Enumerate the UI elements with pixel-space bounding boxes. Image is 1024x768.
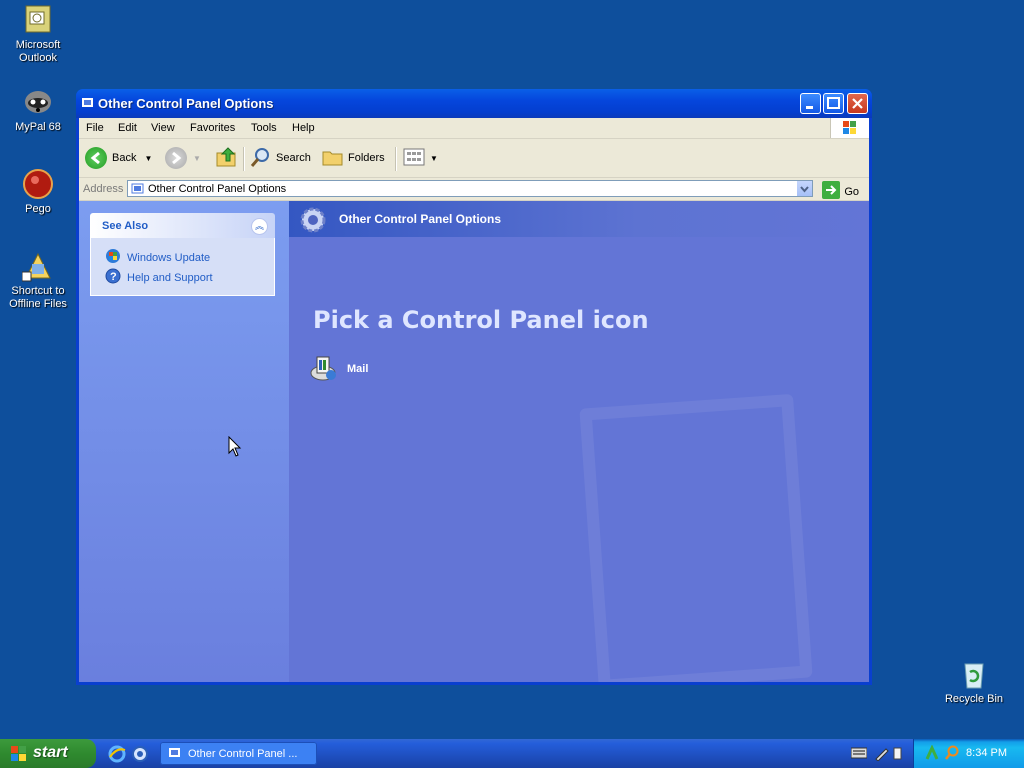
mail-item[interactable]: Mail	[309, 351, 368, 386]
start-button[interactable]: start	[0, 739, 96, 768]
outlook-icon	[22, 4, 54, 36]
desktop-icon-pego[interactable]: Pego	[0, 168, 78, 216]
minimize-button[interactable]	[800, 93, 821, 114]
menu-tools[interactable]: Tools	[251, 122, 277, 134]
views-button[interactable]: ▼	[403, 145, 438, 171]
desktop-icon-label: Recycle Bin	[944, 693, 1004, 705]
taskbar: start Other Control Panel ... 8:34 PM	[0, 739, 1024, 768]
network-icon[interactable]	[924, 744, 940, 764]
desktop-icon-label: MyPal 68	[15, 121, 61, 133]
toolbar: Back ▼ ▼ Search Folders ▼	[79, 139, 869, 178]
close-button[interactable]	[847, 93, 868, 114]
desktop-icon-outlook[interactable]: Microsoft Outlook	[0, 4, 78, 65]
window-client: File Edit View Favorites Tools Help Back…	[79, 118, 869, 682]
pick-heading: Pick a Control Panel icon	[313, 306, 649, 334]
control-panel-icon	[131, 182, 145, 199]
volume-icon[interactable]	[892, 745, 904, 764]
taskbar-window-label: Other Control Panel ...	[188, 748, 298, 760]
address-label: Address	[83, 183, 124, 195]
collapse-chevron-icon[interactable]: ︽	[251, 218, 268, 235]
desktop-icon-mypal[interactable]: MyPal 68	[0, 86, 78, 134]
chevron-down-icon[interactable]: ▼	[144, 154, 152, 163]
svg-text:?: ?	[110, 271, 117, 283]
windows-logo-icon	[10, 745, 28, 768]
control-panel-icon	[168, 746, 182, 763]
help-and-support-link[interactable]: ? Help and Support	[105, 268, 213, 287]
header-title: Other Control Panel Options	[339, 212, 502, 226]
start-label: start	[33, 744, 68, 761]
maximize-button[interactable]	[823, 93, 844, 114]
watermark-graphic	[579, 393, 813, 682]
windows-update-link[interactable]: Windows Update	[105, 248, 210, 267]
search-icon[interactable]	[944, 745, 960, 764]
views-grid-icon	[403, 146, 427, 171]
menu-view[interactable]: View	[151, 122, 175, 134]
taskbar-window-button[interactable]: Other Control Panel ...	[160, 742, 317, 765]
internet-explorer-icon[interactable]	[108, 745, 126, 766]
back-label: Back	[112, 152, 137, 164]
forward-arrow-icon	[165, 147, 187, 169]
see-also-panel: See Also ︽ Windows Update ? Help and Sup…	[90, 213, 275, 296]
gear-icon	[299, 206, 327, 237]
menu-help[interactable]: Help	[292, 122, 315, 134]
quick-launch-icon[interactable]	[131, 745, 149, 766]
search-button[interactable]: Search	[249, 145, 311, 171]
task-pane: See Also ︽ Windows Update ? Help and Sup…	[79, 201, 289, 682]
system-tray: 8:34 PM	[913, 739, 1024, 768]
windows-update-icon	[105, 248, 121, 267]
menu-edit[interactable]: Edit	[118, 122, 137, 134]
pen-icon[interactable]	[874, 745, 890, 764]
offline-files-icon	[21, 250, 54, 282]
address-value: Other Control Panel Options	[148, 183, 287, 195]
chevron-down-icon: ▼	[430, 153, 438, 163]
address-dropdown-button[interactable]	[797, 181, 812, 196]
pego-icon	[22, 168, 54, 200]
see-also-body: Windows Update ? Help and Support	[90, 238, 275, 296]
go-arrow-icon	[822, 181, 841, 202]
desktop-icon-offline-files[interactable]: Shortcut to Offline Files	[0, 250, 78, 311]
help-and-support-label: Help and Support	[127, 271, 213, 284]
see-also-title: See Also	[102, 220, 149, 232]
mail-icon	[309, 351, 341, 386]
windows-update-label: Windows Update	[127, 251, 211, 264]
folders-label: Folders	[348, 152, 385, 164]
recycle-bin-icon	[958, 658, 990, 690]
chevron-down-icon: ▼	[193, 153, 201, 163]
desktop-icon-label: Microsoft Outlook	[15, 39, 61, 64]
clock: 8:34 PM	[966, 747, 1007, 759]
address-input[interactable]: Other Control Panel Options	[127, 180, 813, 197]
desktop-icon-label: Shortcut to Offline Files	[9, 285, 67, 310]
help-icon: ?	[105, 268, 121, 287]
header-band: Other Control Panel Options	[289, 201, 869, 237]
mouse-cursor-icon	[228, 435, 242, 461]
go-button[interactable]: Go	[822, 181, 859, 202]
address-bar: Address Other Control Panel Options Go	[79, 178, 869, 201]
windows-flag-icon	[830, 118, 869, 138]
title-bar[interactable]: Other Control Panel Options	[76, 89, 872, 118]
window-title: Other Control Panel Options	[98, 96, 274, 111]
see-also-header[interactable]: See Also ︽	[90, 213, 275, 238]
menu-favorites[interactable]: Favorites	[190, 122, 235, 134]
desktop-icon-label: Pego	[25, 203, 51, 215]
keyboard-icon[interactable]	[850, 747, 868, 762]
control-panel-window: Other Control Panel Options File Edit Vi…	[76, 89, 872, 685]
desktop-icon-recycle-bin[interactable]: Recycle Bin	[934, 658, 1014, 706]
search-icon	[249, 145, 273, 172]
menu-bar: File Edit View Favorites Tools Help	[79, 118, 869, 139]
back-button[interactable]: Back ▼	[85, 145, 152, 171]
folder-icon	[321, 145, 345, 172]
content-area: See Also ︽ Windows Update ? Help and Sup…	[79, 201, 869, 682]
up-folder-button[interactable]	[215, 145, 239, 171]
search-label: Search	[276, 152, 311, 164]
control-panel-icon	[81, 96, 95, 110]
main-pane: Other Control Panel Options Pick a Contr…	[228, 201, 869, 682]
go-label: Go	[844, 185, 859, 198]
forward-button[interactable]: ▼	[165, 145, 201, 171]
mail-label: Mail	[347, 362, 369, 375]
back-arrow-icon	[85, 147, 107, 169]
folders-button[interactable]: Folders	[321, 145, 385, 171]
raccoon-icon	[22, 86, 54, 118]
menu-file[interactable]: File	[86, 122, 104, 134]
up-folder-icon	[215, 145, 239, 172]
